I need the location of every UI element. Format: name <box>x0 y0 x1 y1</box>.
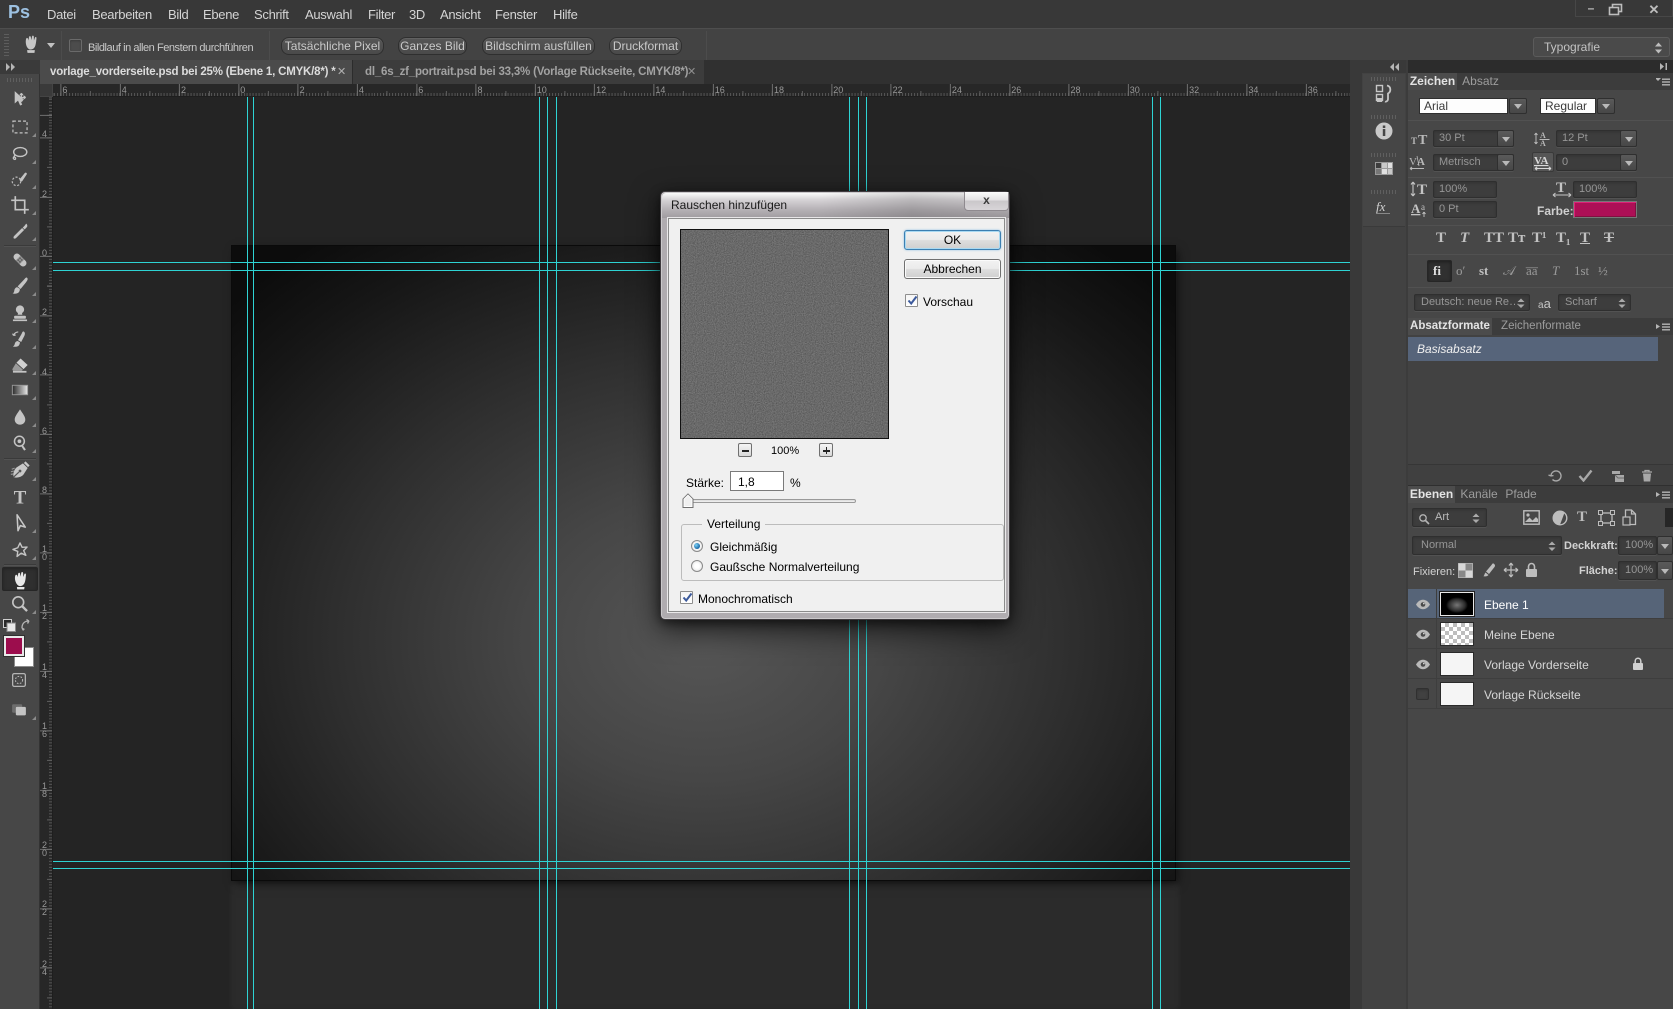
svg-text:T: T <box>14 487 27 507</box>
svg-text:fx: fx <box>1376 199 1386 214</box>
svg-text:A: A <box>1411 201 1421 216</box>
svg-text:A: A <box>1540 139 1546 147</box>
svg-text:V: V <box>1409 156 1417 168</box>
svg-text:T: T <box>1417 182 1427 198</box>
svg-text:VA: VA <box>1534 155 1549 167</box>
svg-text:T: T <box>1556 180 1566 196</box>
svg-text:T: T <box>1418 133 1428 147</box>
svg-text:a: a <box>1421 202 1425 212</box>
svg-text:T: T <box>1411 136 1417 146</box>
